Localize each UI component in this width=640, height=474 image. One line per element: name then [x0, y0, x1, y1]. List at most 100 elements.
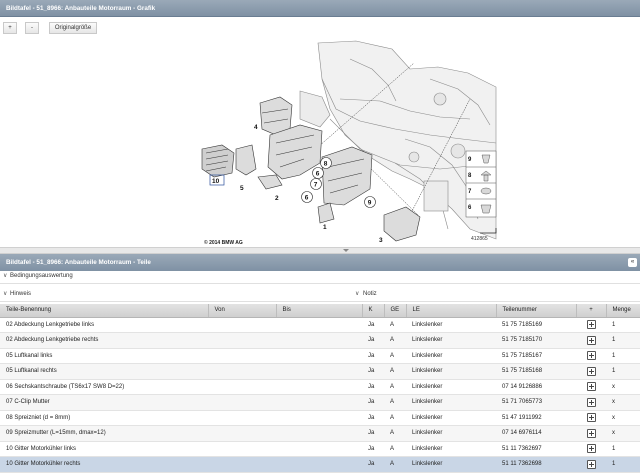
col-header-qty[interactable]: Menge	[606, 304, 640, 318]
cell-von	[208, 317, 276, 333]
cell-von	[208, 379, 276, 395]
cell-k: Ja	[362, 441, 384, 457]
cell-add	[576, 348, 606, 364]
col-header-add[interactable]: +	[576, 304, 607, 318]
add-to-cart-icon[interactable]	[586, 459, 596, 469]
cell-name: 07 C-Clip Mutter	[0, 394, 208, 411]
cell-name: 09 Spreizmutter (L=15mm, dmax=12)	[0, 425, 208, 442]
col-header-le[interactable]: LE	[406, 304, 497, 318]
callout-10[interactable]: 10	[212, 178, 220, 185]
parts-table-container: Teile-Benennung Von Bis K GE LE Teilenum…	[0, 304, 640, 474]
part-1-duct	[321, 146, 373, 206]
cell-qty: 1	[606, 363, 640, 380]
cell-part: 51 71 7065773	[496, 394, 576, 411]
cell-name: 06 Sechskantschraube (TS6x17 SW8 D=22)	[0, 379, 208, 395]
col-header-to[interactable]: Bis	[276, 304, 363, 318]
table-row[interactable]: 05 Luftkanal rechts Ja A Linkslenker 51 75 7…	[0, 363, 640, 380]
add-to-cart-icon[interactable]	[586, 366, 596, 376]
cell-ge: A	[384, 410, 406, 426]
col-header-k[interactable]: K	[362, 304, 385, 318]
callout-1[interactable]: 1	[323, 224, 327, 231]
add-to-cart-icon[interactable]	[586, 335, 596, 345]
add-to-cart-icon[interactable]	[586, 351, 596, 361]
table-row[interactable]: 09 Spreizmutter (L=15mm, dmax=12) Ja A Link…	[0, 425, 640, 442]
table-row[interactable]: 06 Sechskantschraube (TS6x17 SW8 D=22) Ja…	[0, 379, 640, 395]
add-to-cart-icon[interactable]	[586, 444, 596, 454]
note-chevron-down-icon[interactable]	[355, 290, 359, 297]
parts-diagram[interactable]: 4 10 5 2 8 6 7 6 1 9 3 9 8 7 6 412865 © …	[0, 39, 640, 247]
add-to-cart-icon[interactable]	[586, 413, 596, 423]
image-id: 412865	[471, 236, 488, 242]
col-header-from[interactable]: Von	[208, 304, 277, 318]
parts-table: Teile-Benennung Von Bis K GE LE Teilenum…	[0, 304, 640, 473]
parts-diagram-area: 4 10 5 2 8 6 7 6 1 9 3 9 8 7 6 412865 © …	[0, 39, 640, 247]
table-row[interactable]: 10 Gitter Motorkühler links Ja A Linkslenke…	[0, 441, 640, 457]
cell-le: Linkslenker	[406, 317, 496, 333]
callout-9[interactable]: 9	[368, 200, 372, 207]
cell-ge: A	[384, 348, 406, 364]
table-row[interactable]: 02 Abdeckung Lenkgetriebe rechts Ja A Links…	[0, 332, 640, 349]
callout-7[interactable]: 7	[314, 182, 318, 189]
graphic-panel-title: Bildtafel - 51_8966: Anbauteile Motorrau…	[0, 0, 640, 17]
cell-qty: x	[606, 379, 640, 395]
add-to-cart-icon[interactable]	[586, 428, 596, 438]
callout-3[interactable]: 3	[379, 237, 383, 244]
table-row[interactable]: 08 Spreizniet (d = 8mm) Ja A Linkslenker 51 …	[0, 410, 640, 426]
cell-add	[576, 379, 606, 395]
cell-bis	[276, 332, 362, 349]
cell-le: Linkslenker	[406, 394, 496, 411]
zoom-in-button[interactable]: +	[3, 22, 17, 34]
cell-von	[208, 363, 276, 380]
splitter-arrow-icon[interactable]	[343, 249, 349, 252]
panel-splitter[interactable]	[0, 247, 640, 254]
add-to-cart-icon[interactable]	[586, 397, 596, 407]
part-5-duct	[235, 144, 257, 176]
cell-qty: 1	[606, 456, 640, 473]
col-header-name[interactable]: Teile-Benennung	[0, 304, 209, 318]
table-row[interactable]: 10 Gitter Motorkühler rechts Ja A Linkslenk…	[0, 456, 640, 473]
table-row[interactable]: 05 Luftkanal links Ja A Linkslenker 51 75 71…	[0, 348, 640, 364]
cell-part: 51 75 7185168	[496, 363, 576, 380]
cell-k: Ja	[362, 348, 384, 364]
cell-qty: x	[606, 410, 640, 426]
conditions-label: Bedingungsauswertung	[10, 273, 73, 279]
cell-add	[576, 363, 606, 380]
cell-name: 10 Gitter Motorkühler links	[0, 441, 208, 457]
collapse-panel-icon[interactable]: «	[628, 258, 637, 267]
cell-bis	[276, 394, 362, 411]
add-to-cart-icon[interactable]	[586, 382, 596, 392]
table-row[interactable]: 02 Abdeckung Lenkgetriebe links Ja A Linksl…	[0, 317, 640, 333]
conditions-filter[interactable]: Bedingungsauswertung	[0, 271, 640, 284]
cell-k: Ja	[362, 456, 384, 473]
cell-qty: 1	[606, 348, 640, 364]
cell-k: Ja	[362, 425, 384, 442]
cell-k: Ja	[362, 332, 384, 349]
cell-von	[208, 456, 276, 473]
col-header-ge[interactable]: GE	[384, 304, 407, 318]
cell-bis	[276, 348, 362, 364]
cell-ge: A	[384, 394, 406, 411]
callout-5[interactable]: 5	[240, 185, 244, 192]
hint-label[interactable]: Hinweis	[10, 291, 31, 297]
cell-le: Linkslenker	[406, 363, 496, 380]
callout-6-secondary[interactable]: 6	[305, 195, 309, 202]
hint-chevron-down-icon[interactable]	[3, 290, 7, 297]
cell-part: 51 11 7362697	[496, 441, 576, 457]
copyright: © 2014 BMW AG	[204, 239, 243, 246]
callout-6[interactable]: 6	[316, 171, 320, 178]
cell-name: 08 Spreizniet (d = 8mm)	[0, 410, 208, 426]
callout-8[interactable]: 8	[324, 161, 328, 168]
note-label[interactable]: Notiz	[363, 291, 377, 297]
callout-2[interactable]: 2	[275, 195, 279, 202]
cell-le: Linkslenker	[406, 441, 496, 457]
table-header-row: Teile-Benennung Von Bis K GE LE Teilenum…	[0, 304, 640, 318]
cell-von	[208, 332, 276, 349]
callout-4[interactable]: 4	[254, 124, 258, 131]
chevron-down-icon[interactable]	[3, 272, 7, 279]
add-to-cart-icon[interactable]	[586, 320, 596, 330]
part-3-bracket	[383, 206, 421, 242]
zoom-out-button[interactable]: -	[25, 22, 39, 34]
table-row[interactable]: 07 C-Clip Mutter Ja A Linkslenker 51 71 7065…	[0, 394, 640, 411]
original-size-button[interactable]: Originalgröße	[49, 22, 97, 34]
col-header-partnumber[interactable]: Teilenummer	[496, 304, 577, 318]
